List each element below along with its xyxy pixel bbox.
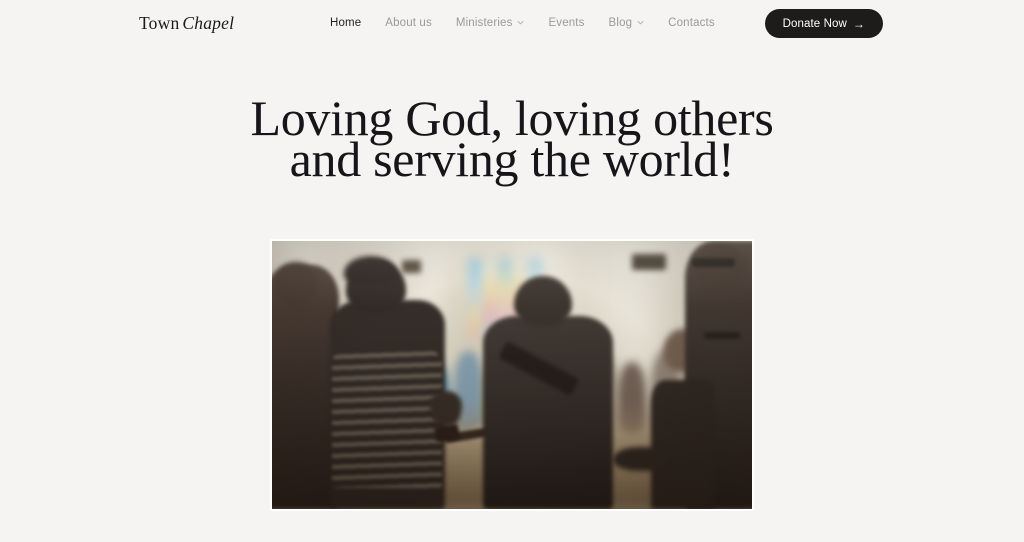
chevron-down-icon	[517, 19, 525, 26]
donate-now-label: Donate Now	[782, 17, 847, 30]
nav-item-events[interactable]: Events	[548, 15, 584, 31]
logo-second-word: Chapel	[182, 13, 235, 33]
nav-item-contacts-label: Contacts	[668, 17, 715, 29]
hero-image-church-worship	[272, 241, 752, 509]
photo-eyeglasses-second	[704, 332, 740, 340]
nav-item-blog-label: Blog	[608, 17, 633, 29]
nav-item-contacts[interactable]: Contacts	[668, 15, 715, 31]
nav-item-home[interactable]: Home	[330, 15, 361, 31]
photo-figure-right-arm	[651, 380, 714, 509]
donate-now-button[interactable]: Donate Now →	[764, 9, 883, 38]
site-header: Town Chapel Home About us Ministeries Eve…	[0, 0, 1024, 47]
logo-first-word: Town	[139, 13, 180, 33]
photo-layer-fixture-right	[632, 254, 666, 271]
photo-figure-guitarist-head	[514, 275, 572, 327]
nav-item-events-label: Events	[548, 17, 585, 29]
arrow-right-icon: →	[852, 16, 865, 31]
nav-item-about-us[interactable]: About us	[385, 15, 432, 31]
photo-guitar-headstock	[434, 422, 461, 443]
nav-item-home-label: Home	[330, 17, 362, 29]
nav-item-ministeries[interactable]: Ministeries	[456, 15, 525, 31]
photo-raised-hand-left	[430, 391, 462, 426]
nav-item-blog[interactable]: Blog	[609, 15, 645, 31]
photo-figure-guitarist	[483, 316, 613, 509]
photo-figure-striped-shirt-stripes	[332, 348, 443, 488]
photo-eyeglasses	[692, 258, 736, 267]
hero-image-frame	[270, 239, 754, 511]
photo-layer-fixture-left	[401, 259, 421, 274]
hero-headline: Loving God, loving others and serving th…	[0, 93, 1024, 187]
nav-item-ministeries-label: Ministeries	[455, 17, 513, 29]
photo-figure-left-head	[274, 262, 318, 306]
nav-item-about-us-label: About us	[385, 17, 432, 29]
primary-navigation: Home About us Ministeries Events Blog Co…	[330, 15, 715, 31]
chevron-down-icon	[637, 19, 644, 26]
hero-headline-line-2: and serving the world!	[289, 131, 735, 187]
site-logo[interactable]: Town Chapel	[139, 13, 234, 34]
page-root: Town Chapel Home About us Ministeries Eve…	[0, 0, 1024, 542]
photo-pointing-hand	[612, 447, 666, 472]
